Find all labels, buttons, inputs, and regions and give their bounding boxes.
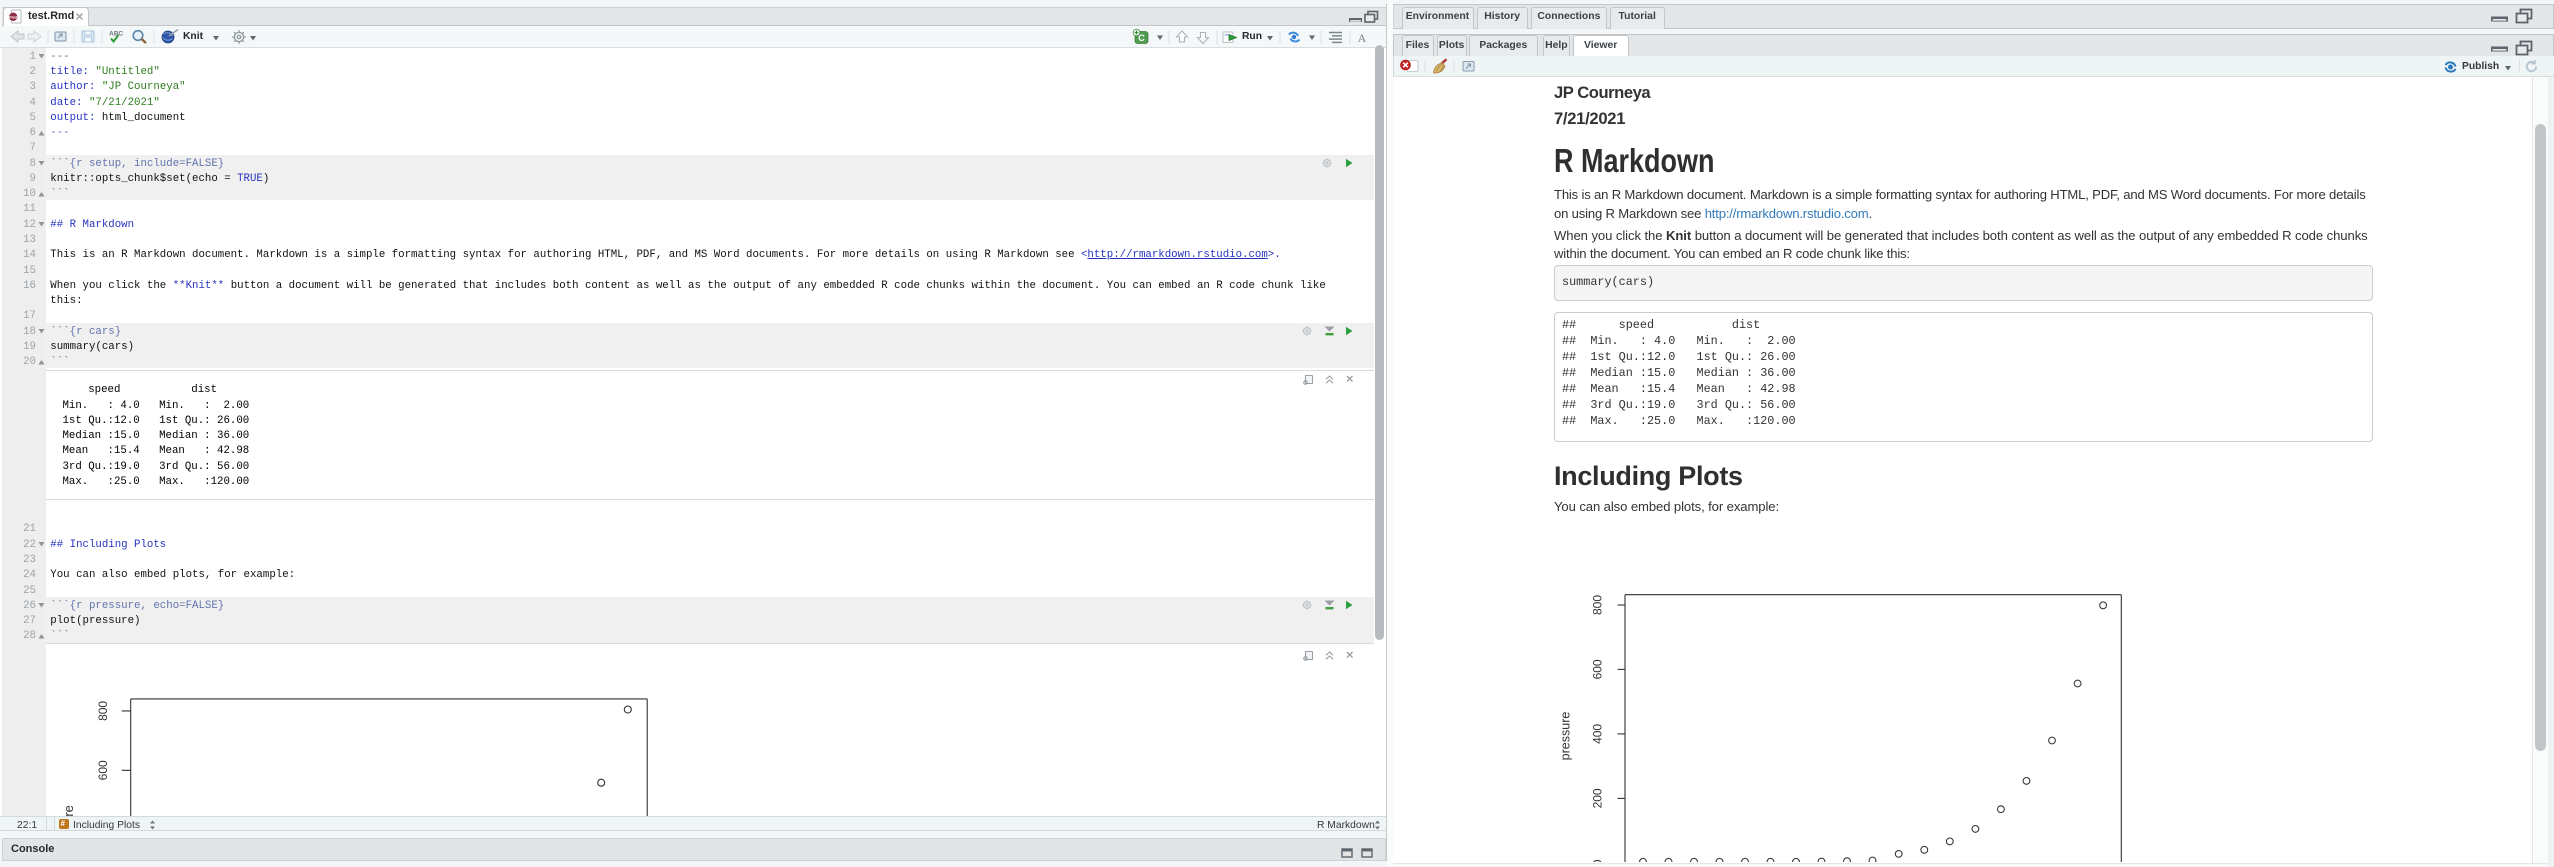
svg-text:400: 400 <box>1591 724 1605 744</box>
svg-text:600: 600 <box>1591 659 1605 679</box>
svg-text:800: 800 <box>1591 595 1605 615</box>
svg-text:200: 200 <box>1591 788 1605 808</box>
svg-text:pressure: pressure <box>1559 712 1573 761</box>
svg-text:Rmd: Rmd <box>9 15 17 19</box>
svg-text:pressure: pressure <box>61 805 76 817</box>
svg-text:800: 800 <box>96 700 110 720</box>
svg-text:A: A <box>1358 31 1367 45</box>
svg-text:600: 600 <box>96 760 110 780</box>
